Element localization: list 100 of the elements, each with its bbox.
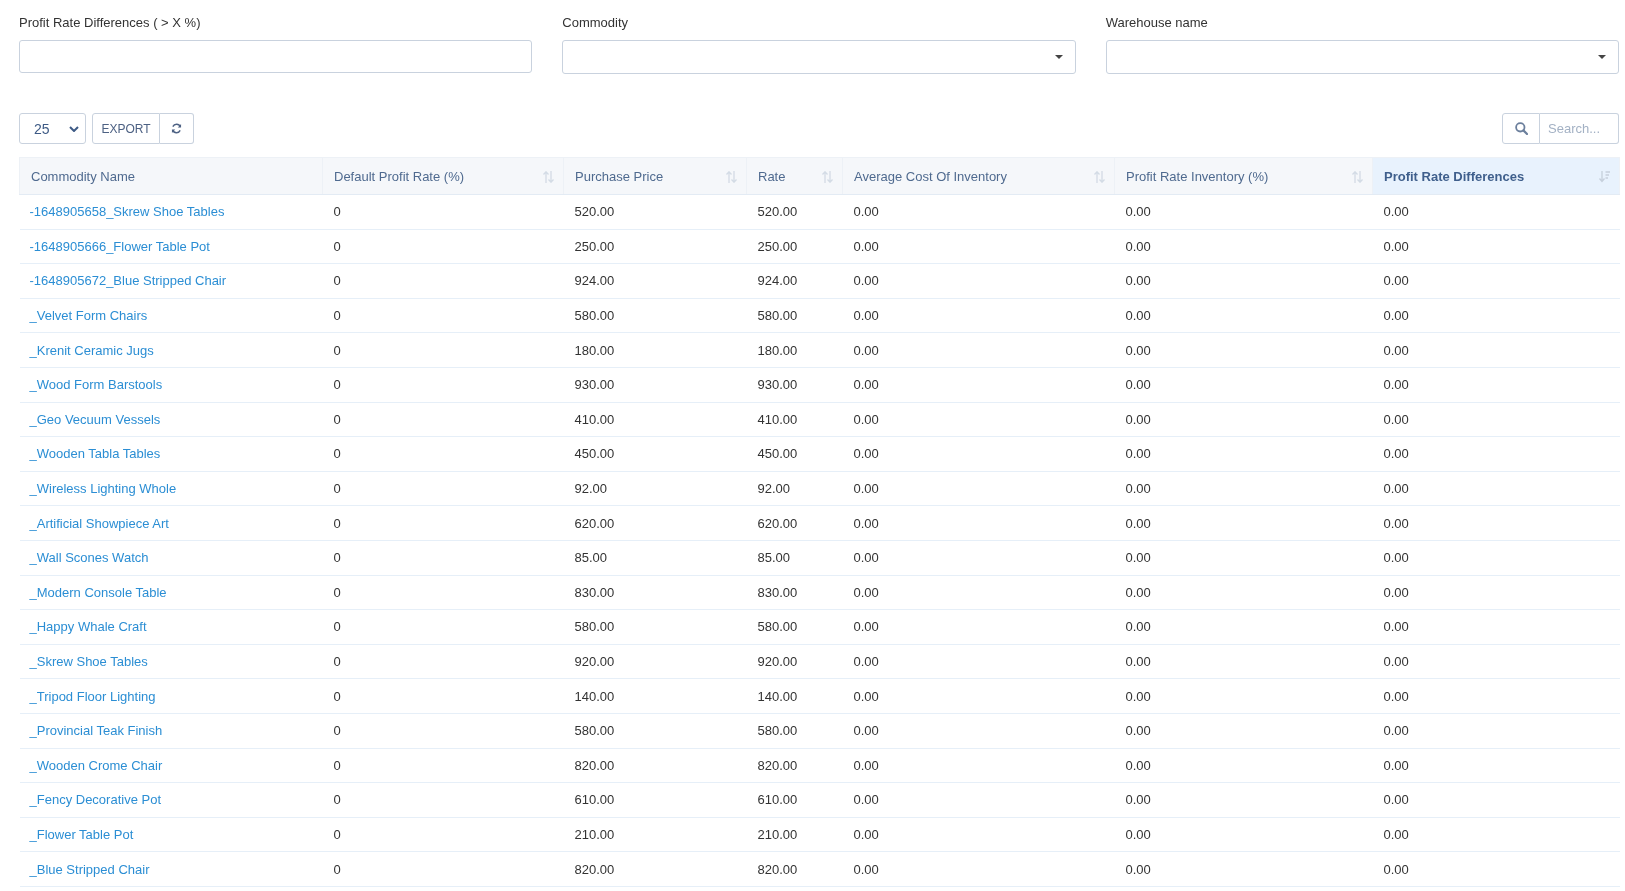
- table-cell: 0.00: [842, 194, 1115, 230]
- table-cell: 0.00: [1114, 194, 1373, 230]
- search-icon: [1514, 122, 1528, 135]
- table-cell: 0: [322, 609, 564, 645]
- table-cell: 0.00: [1372, 678, 1620, 714]
- refresh-button[interactable]: [160, 113, 194, 144]
- table-cell: 0.00: [1372, 194, 1620, 230]
- field-label: Profit Rate Differences ( > X %): [19, 14, 201, 32]
- commodity-link[interactable]: _Wall Scones Watch: [29, 550, 149, 566]
- table-cell: 410.00: [563, 402, 747, 437]
- table-cell: 0.00: [842, 782, 1115, 818]
- table-cell: 0.00: [842, 817, 1115, 852]
- page-size-select[interactable]: 25: [19, 113, 86, 144]
- table-cell: 930.00: [746, 367, 843, 403]
- dropdown-field[interactable]: [1105, 40, 1619, 74]
- table-cell: 0.00: [1372, 609, 1620, 645]
- table-cell: 250.00: [746, 229, 843, 264]
- table-cell: 930.00: [563, 367, 747, 403]
- table-cell: 0.00: [842, 298, 1115, 333]
- search-field[interactable]: Search...: [1540, 113, 1619, 144]
- table-cell: 0: [322, 678, 564, 714]
- table-cell: 0: [322, 367, 564, 403]
- table-cell: 0.00: [1114, 263, 1373, 299]
- table-cell: 0.00: [1372, 367, 1620, 403]
- table-cell: 0: [322, 575, 564, 610]
- table-cell: 0.00: [1372, 263, 1620, 299]
- commodity-link[interactable]: _Fency Decorative Pot: [29, 792, 161, 808]
- table-cell: 610.00: [746, 782, 843, 818]
- dropdown-field[interactable]: [562, 40, 1076, 74]
- table-cell: 0.00: [1114, 332, 1373, 368]
- table-cell: 0.00: [1114, 748, 1373, 783]
- table-cell: 0: [322, 713, 564, 748]
- table-cell: 920.00: [746, 644, 843, 679]
- commodity-link[interactable]: _Krenit Ceramic Jugs: [29, 342, 154, 358]
- table-cell: 0.00: [1372, 748, 1620, 783]
- commodity-link[interactable]: _Wood Form Barstools: [29, 377, 163, 393]
- commodity-link[interactable]: _Provincial Teak Finish: [29, 723, 163, 739]
- commodity-link[interactable]: _Blue Stripped Chair: [29, 861, 150, 877]
- table-cell: 0.00: [1372, 471, 1620, 506]
- table-cell: 0: [322, 471, 564, 506]
- table-cell: 0.00: [1114, 402, 1373, 437]
- table-cell: 140.00: [563, 678, 747, 714]
- table-cell: 0.00: [842, 263, 1115, 299]
- table-cell: 85.00: [746, 540, 843, 576]
- table-cell: 0.00: [1372, 505, 1620, 541]
- table-cell: 0.00: [1372, 575, 1620, 610]
- commodity-link[interactable]: -1648905672_Blue Stripped Chair: [29, 273, 227, 289]
- table-cell: 0.00: [1372, 332, 1620, 368]
- table-cell: 0.00: [1372, 402, 1620, 437]
- table-cell: 520.00: [746, 194, 843, 230]
- search-button[interactable]: [1502, 113, 1540, 144]
- commodity-link[interactable]: _Velvet Form Chairs: [29, 308, 148, 324]
- table-cell: 0.00: [842, 540, 1115, 576]
- commodity-link[interactable]: _Modern Console Table: [29, 584, 167, 600]
- text-field[interactable]: [19, 40, 533, 73]
- table-cell: 0: [322, 194, 564, 230]
- table-cell: 0.00: [842, 367, 1115, 403]
- commodity-link[interactable]: _Artificial Showpiece Art: [29, 515, 169, 531]
- column-header[interactable]: Purchase Price: [563, 157, 747, 195]
- column-header[interactable]: Profit Rate Inventory (%): [1114, 157, 1373, 195]
- export-button[interactable]: EXPORT: [92, 113, 160, 144]
- table-cell: 0: [322, 782, 564, 818]
- table-cell: 580.00: [746, 298, 843, 333]
- table-cell: 0.00: [842, 644, 1115, 679]
- commodity-link[interactable]: _Wooden Crome Chair: [29, 757, 163, 773]
- table-cell: 0: [322, 298, 564, 333]
- commodity-link[interactable]: _Flower Table Pot: [29, 827, 134, 842]
- commodity-link[interactable]: -1648905658_Skrew Shoe Tables: [29, 204, 225, 220]
- table-cell: 0.00: [1114, 678, 1373, 714]
- commodity-link[interactable]: -1648905666_Flower Table Pot: [29, 238, 210, 254]
- table-cell: 924.00: [746, 263, 843, 299]
- caret-icon: [1598, 55, 1606, 59]
- table-cell: 0.00: [1114, 817, 1373, 852]
- column-header[interactable]: Profit Rate Differences: [1372, 157, 1620, 195]
- table-cell: 0.00: [1114, 471, 1373, 506]
- table-cell: 0.00: [842, 748, 1115, 783]
- commodity-link[interactable]: _Wooden Tabla Tables: [29, 446, 161, 462]
- commodity-link[interactable]: _Skrew Shoe Tables: [29, 654, 148, 669]
- refresh-icon: [171, 123, 182, 134]
- table-cell: 0: [322, 748, 564, 783]
- table-cell: 0.00: [1114, 575, 1373, 610]
- table-cell: 580.00: [746, 713, 843, 748]
- caret-icon: [1054, 55, 1063, 59]
- commodity-link[interactable]: _Tripod Floor Lighting: [29, 688, 156, 704]
- commodity-link[interactable]: _Happy Whale Craft: [29, 619, 147, 635]
- column-header[interactable]: Average Cost Of Inventory: [842, 157, 1115, 195]
- column-header[interactable]: Commodity Name: [19, 157, 323, 195]
- table-cell: 210.00: [746, 817, 843, 852]
- table-cell: 580.00: [563, 298, 747, 333]
- column-header[interactable]: Default Profit Rate (%): [322, 157, 564, 195]
- column-header[interactable]: Rate: [746, 157, 843, 195]
- field-label: Commodity: [562, 14, 629, 32]
- table-cell: 0.00: [1372, 782, 1620, 818]
- table-cell: 0.00: [842, 678, 1115, 714]
- table-cell: 0.00: [842, 575, 1115, 610]
- table-cell: 830.00: [746, 575, 843, 610]
- commodity-link[interactable]: _Geo Vecuum Vessels: [29, 411, 161, 427]
- table-cell: 0.00: [1114, 644, 1373, 679]
- commodity-link[interactable]: _Wireless Lighting Whole: [29, 481, 177, 497]
- table-cell: 85.00: [563, 540, 747, 576]
